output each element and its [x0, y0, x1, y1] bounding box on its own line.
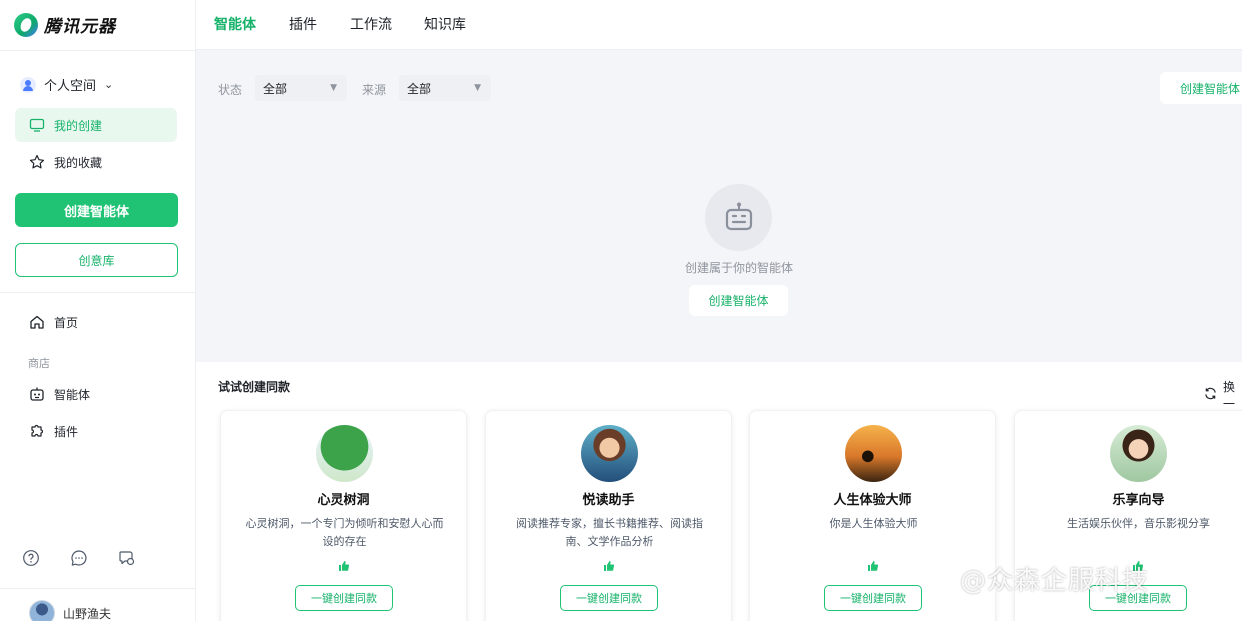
monitor-icon — [29, 117, 45, 133]
sidebar-item-label: 智能体 — [54, 387, 91, 402]
source-filter-select[interactable]: 全部 ▼ — [399, 75, 491, 101]
brand-logo[interactable]: 腾讯元器 — [14, 12, 116, 37]
refresh-icon — [1204, 387, 1217, 403]
create-same-button[interactable]: 一键创建同款 — [824, 585, 922, 611]
star-icon — [29, 154, 45, 170]
create-same-button[interactable]: 一键创建同款 — [295, 585, 393, 611]
card-description: 心灵树洞，一个专门为倾听和安慰人心而设的存在 — [245, 517, 444, 548]
sidebar-divider — [0, 50, 196, 51]
create-same-button[interactable]: 一键创建同款 — [560, 585, 658, 611]
top-nav: 智能体 插件 工作流 知识库 — [196, 0, 1242, 50]
tree-avatar — [316, 425, 373, 482]
empty-state-create-button[interactable]: 创建智能体 — [689, 285, 788, 316]
empty-state-text: 创建属于你的智能体 — [684, 261, 793, 275]
robot-icon — [705, 184, 772, 251]
refresh-label: 换一 — [1223, 380, 1236, 411]
template-card[interactable]: 悦读助手 阅读推荐专家，擅长书籍推荐、阅读指南、文学作品分析 一键创建同款 — [485, 410, 732, 621]
status-filter-value: 全部 — [263, 81, 288, 96]
try-section-title: 试试创建同款 — [218, 380, 291, 394]
space-switcher[interactable]: 个人空间 ⌄ — [20, 75, 113, 94]
card-description: 阅读推荐专家，擅长书籍推荐、阅读指南、文学作品分析 — [516, 517, 703, 548]
template-card[interactable]: 人生体验大师 你是人生体验大师 一键创建同款 — [749, 410, 996, 621]
card-title: 乐享向导 — [1112, 493, 1165, 508]
tab-knowledge-base[interactable]: 知识库 — [424, 14, 466, 34]
sidebar-item-favorites[interactable]: 我的收藏 — [15, 145, 177, 179]
sidebar-item-label: 我的创建 — [54, 118, 103, 133]
user-profile[interactable]: 山野渔夫 — [29, 600, 111, 621]
chat-icon[interactable] — [70, 549, 88, 567]
status-filter-label: 状态 — [218, 83, 243, 97]
sidebar-item-my-creations[interactable]: 我的创建 — [15, 108, 177, 142]
sunset-avatar — [845, 425, 902, 482]
sidebar-item-label: 插件 — [54, 424, 79, 439]
thumbs-up-icon — [600, 559, 618, 573]
source-filter-label: 来源 — [362, 83, 387, 97]
card-description: 生活娱乐伙伴，音乐影视分享 — [1067, 517, 1210, 530]
robot-icon — [29, 386, 45, 402]
sidebar-item-label: 我的收藏 — [54, 155, 103, 170]
reader-avatar — [581, 425, 638, 482]
puzzle-icon — [29, 423, 45, 439]
card-title: 人生体验大师 — [833, 493, 912, 508]
thumbs-up-icon — [335, 559, 353, 573]
space-label: 个人空间 — [44, 79, 97, 94]
status-filter-select[interactable]: 全部 ▼ — [255, 75, 347, 101]
store-section-label: 商店 — [28, 357, 50, 370]
avatar — [29, 600, 55, 621]
tab-agents[interactable]: 智能体 — [214, 14, 256, 34]
inspiration-library-button[interactable]: 创意库 — [15, 243, 178, 277]
thumbs-up-icon — [864, 559, 882, 573]
source-filter-value: 全部 — [407, 81, 432, 96]
tab-workflows[interactable]: 工作流 — [350, 14, 392, 34]
sidebar: 腾讯元器 个人空间 ⌄ 我的创建 我的收藏 创建智能体 创意库 首页 商店 智能… — [0, 0, 196, 621]
sidebar-item-plugins[interactable]: 插件 — [15, 414, 177, 448]
card-title: 心灵树洞 — [317, 493, 370, 508]
chevron-down-icon: ▼ — [330, 83, 337, 93]
sidebar-divider — [0, 292, 196, 293]
refresh-button[interactable]: 换一 — [1204, 378, 1242, 412]
help-icon[interactable] — [22, 549, 40, 567]
sidebar-item-home[interactable]: 首页 — [15, 305, 177, 339]
sidebar-divider — [0, 588, 196, 589]
chevron-down-icon: ⌄ — [104, 78, 114, 91]
home-icon — [29, 314, 45, 330]
sidebar-item-agents[interactable]: 智能体 — [15, 377, 177, 411]
card-description: 你是人生体验大师 — [829, 517, 918, 530]
watermark: @众森企服科技 — [960, 566, 1150, 596]
logo-icon — [14, 12, 38, 37]
sidebar-bottom-icons — [22, 549, 136, 567]
brand-name: 腾讯元器 — [44, 17, 116, 37]
user-name: 山野渔夫 — [63, 606, 112, 621]
user-icon — [20, 76, 36, 93]
create-agent-top-button[interactable]: 创建智能体 — [1160, 72, 1242, 104]
sidebar-item-label: 首页 — [54, 315, 79, 330]
chevron-down-icon: ▼ — [474, 83, 481, 93]
feedback-icon[interactable] — [118, 549, 136, 567]
template-card[interactable]: 心灵树洞 心灵树洞，一个专门为倾听和安慰人心而设的存在 一键创建同款 — [220, 410, 467, 621]
card-title: 悦读助手 — [582, 493, 635, 508]
tab-plugins[interactable]: 插件 — [289, 14, 317, 34]
create-agent-button[interactable]: 创建智能体 — [15, 193, 178, 227]
music-avatar — [1110, 425, 1167, 482]
